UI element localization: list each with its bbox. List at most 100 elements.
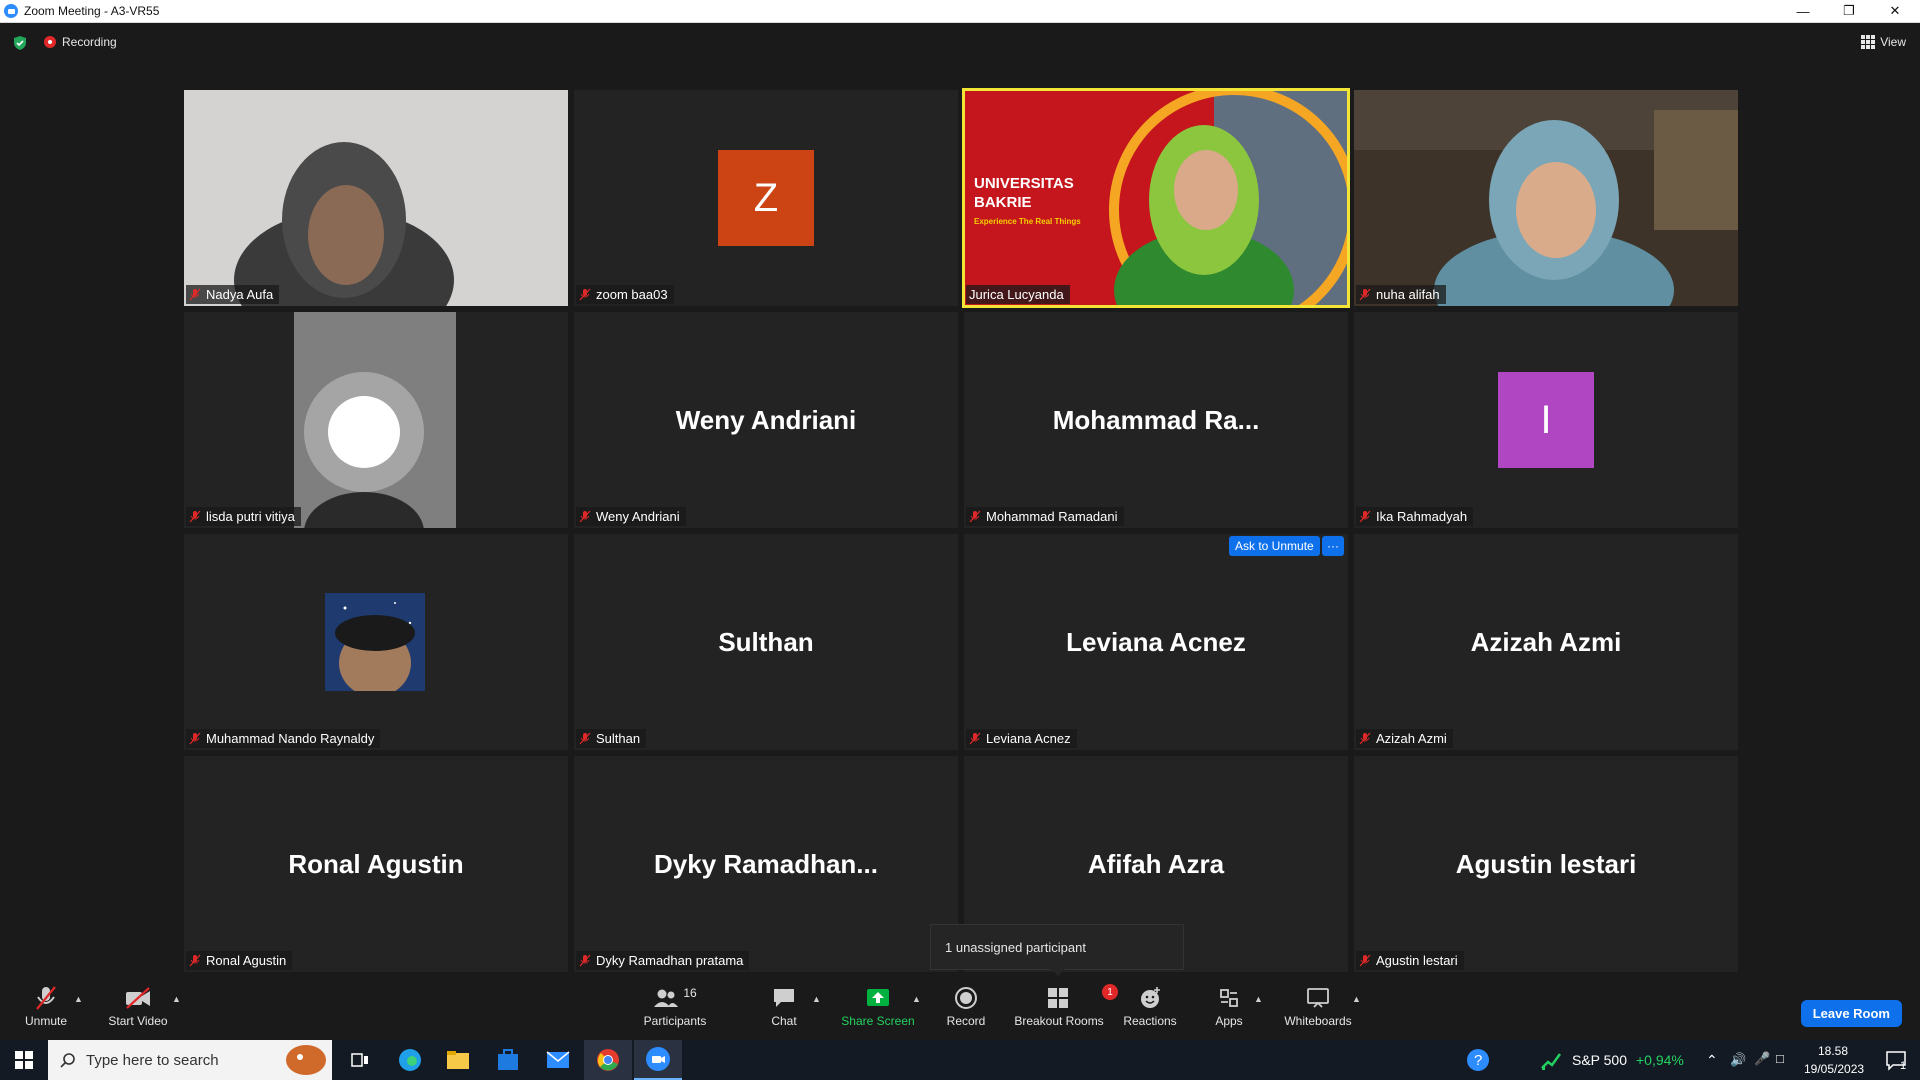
video-tile-nuha-alifah[interactable]: nuha alifah	[1354, 90, 1738, 306]
muted-mic-icon	[579, 954, 591, 967]
svg-text:?: ?	[1474, 1052, 1482, 1069]
muted-mic-icon	[1359, 510, 1371, 523]
video-tile-muhammad-nando-raynaldy[interactable]: Muhammad Nando Raynaldy	[184, 534, 568, 750]
participants-count: 16	[683, 986, 697, 1000]
stock-change: +0,94%	[1636, 1052, 1684, 1068]
reactions-icon	[1141, 987, 1160, 1008]
zoom-logo-icon	[4, 4, 18, 18]
share-screen-icon	[867, 989, 889, 1006]
video-tile-nadya-aufa[interactable]: Nadya Aufa	[184, 90, 568, 306]
stock-trend-icon	[1541, 1053, 1562, 1070]
muted-mic-icon	[1359, 954, 1371, 967]
participant-display-name: Mohammad Ra...	[1052, 404, 1260, 435]
participant-name-label: Agustin lestari	[1356, 951, 1464, 970]
participant-name-label: Mohammad Ramadani	[966, 507, 1124, 526]
microphone-icon[interactable]: 🎤	[1754, 1051, 1770, 1067]
close-icon[interactable]: ✕	[1873, 0, 1917, 22]
notifications-icon[interactable]: 1	[1872, 1040, 1920, 1080]
meeting-toolbar: Unmute ▲ Start Video ▲ 16 Participants C…	[0, 980, 1920, 1040]
participant-name-label: Ika Rahmadyah	[1356, 507, 1474, 526]
video-tile-sulthan[interactable]: Sulthan Sulthan	[574, 534, 958, 750]
video-tile-azizah-azmi[interactable]: Azizah Azmi Azizah Azmi	[1354, 534, 1738, 750]
share-options-chevron-icon[interactable]: ▲	[912, 994, 921, 1004]
view-button[interactable]: View	[1861, 35, 1906, 49]
whiteboards-button[interactable]: Whiteboards	[1282, 984, 1354, 1036]
microsoft-store-icon[interactable]	[484, 1040, 532, 1080]
restore-icon[interactable]: ❐	[1827, 0, 1871, 22]
reactions-button[interactable]: Reactions	[1123, 984, 1177, 1036]
video-tile-ika-rahmadyah[interactable]: I Ika Rahmadyah	[1354, 312, 1738, 528]
record-button[interactable]: Record	[942, 984, 990, 1036]
taskbar-search-input[interactable]: Type here to search	[48, 1040, 332, 1080]
breakout-rooms-button[interactable]: 1 Breakout Rooms	[1012, 984, 1118, 1036]
participant-display-name: Weny Andriani	[675, 404, 857, 435]
tray-chevron-icon[interactable]: ⌃	[1706, 1052, 1718, 1069]
help-icon[interactable]: ?	[1454, 1040, 1502, 1080]
apps-options-chevron-icon[interactable]: ▲	[1254, 994, 1263, 1004]
windows-start-icon[interactable]	[0, 1040, 48, 1080]
whiteboards-options-chevron-icon[interactable]: ▲	[1352, 994, 1361, 1004]
participant-video	[184, 312, 568, 528]
share-screen-button[interactable]: Share Screen	[840, 984, 916, 1036]
view-label: View	[1880, 35, 1906, 49]
whiteboard-icon	[1307, 988, 1329, 1008]
participant-display-name: Sulthan	[718, 626, 814, 657]
participant-name-label: nuha alifah	[1356, 285, 1446, 304]
video-tile-jurica-lucyanda[interactable]: UNIVERSITAS BAKRIE Experience The Real T…	[962, 88, 1350, 308]
participant-name-label: lisda putri vitiya	[186, 507, 301, 526]
audio-options-chevron-icon[interactable]: ▲	[74, 994, 83, 1004]
mail-icon[interactable]	[534, 1040, 582, 1080]
apps-button[interactable]: Apps	[1206, 984, 1252, 1036]
clock-time[interactable]: 18.58	[1818, 1044, 1848, 1058]
task-view-icon[interactable]	[336, 1040, 384, 1080]
video-tile-mohammad-ramadani[interactable]: Mohammad Ra... Mohammad Ramadani	[964, 312, 1348, 528]
video-tile-ronal-agustin[interactable]: Ronal Agustin Ronal Agustin	[184, 756, 568, 972]
file-explorer-icon[interactable]	[434, 1040, 482, 1080]
edge-browser-icon[interactable]	[386, 1040, 434, 1080]
video-options-chevron-icon[interactable]: ▲	[172, 994, 181, 1004]
network-icon[interactable]: □	[1776, 1051, 1784, 1066]
breakout-badge: 1	[1102, 984, 1118, 1000]
clock-date[interactable]: 19/05/2023	[1804, 1062, 1864, 1076]
chrome-icon[interactable]	[584, 1040, 632, 1080]
breakout-rooms-icon	[1048, 988, 1068, 1008]
volume-icon[interactable]: 🔊	[1730, 1052, 1746, 1068]
video-tile-zoom-baa03[interactable]: Z zoom baa03	[574, 90, 958, 306]
recording-indicator[interactable]: Recording	[44, 35, 117, 49]
security-shield-icon[interactable]	[12, 35, 28, 51]
muted-mic-icon	[189, 732, 201, 745]
unassigned-participant-popup[interactable]: 1 unassigned participant	[930, 924, 1184, 976]
muted-mic-icon	[969, 510, 981, 523]
video-tile-weny-andriani[interactable]: Weny Andriani Weny Andriani	[574, 312, 958, 528]
recording-dot-icon	[44, 36, 56, 48]
video-tile-leviana-acnez[interactable]: Leviana Acnez Leviana Acnez	[964, 534, 1348, 750]
window-title-bar: Zoom Meeting - A3-VR55 — ❐ ✕	[0, 0, 1920, 23]
ask-to-unmute-button[interactable]: Ask to Unmute	[1229, 536, 1320, 556]
participant-display-name: Leviana Acnez	[1066, 626, 1246, 657]
start-video-button[interactable]: Start Video	[104, 984, 172, 1036]
grid-view-icon	[1861, 35, 1876, 49]
minimize-icon[interactable]: —	[1781, 0, 1825, 22]
unmute-button[interactable]: Unmute	[22, 984, 70, 1036]
muted-mic-icon	[36, 986, 56, 1010]
muted-mic-icon	[189, 954, 201, 967]
video-tile-dyky-ramadhan-pratama[interactable]: Dyky Ramadhan... Dyky Ramadhan pratama	[574, 756, 958, 972]
windows-taskbar: Type here to search ? S&P 500 +0,94% ⌃ 🔊…	[0, 1040, 1920, 1080]
participant-display-name: Agustin lestari	[1455, 848, 1637, 879]
avatar: I	[1498, 372, 1594, 468]
chat-options-chevron-icon[interactable]: ▲	[812, 994, 821, 1004]
avatar: Z	[718, 150, 814, 246]
zoom-taskbar-icon[interactable]	[634, 1040, 682, 1080]
window-title: Zoom Meeting - A3-VR55	[24, 4, 160, 18]
participant-name-label: Weny Andriani	[576, 507, 686, 526]
participant-name-label: Azizah Azmi	[1356, 729, 1453, 748]
chat-button[interactable]: Chat	[760, 984, 808, 1036]
video-tile-agustin-lestari[interactable]: Agustin lestari Agustin lestari	[1354, 756, 1738, 972]
recording-label: Recording	[62, 35, 117, 49]
video-tile-lisda-putri-vitiya[interactable]: lisda putri vitiya	[184, 312, 568, 528]
participants-button[interactable]: 16 Participants	[640, 984, 710, 1036]
notification-count: 1	[1900, 1060, 1907, 1072]
more-options-button[interactable]: ···	[1322, 536, 1344, 556]
leave-room-button[interactable]: Leave Room	[1800, 1000, 1902, 1027]
participant-name-label: Nadya Aufa	[186, 285, 280, 304]
